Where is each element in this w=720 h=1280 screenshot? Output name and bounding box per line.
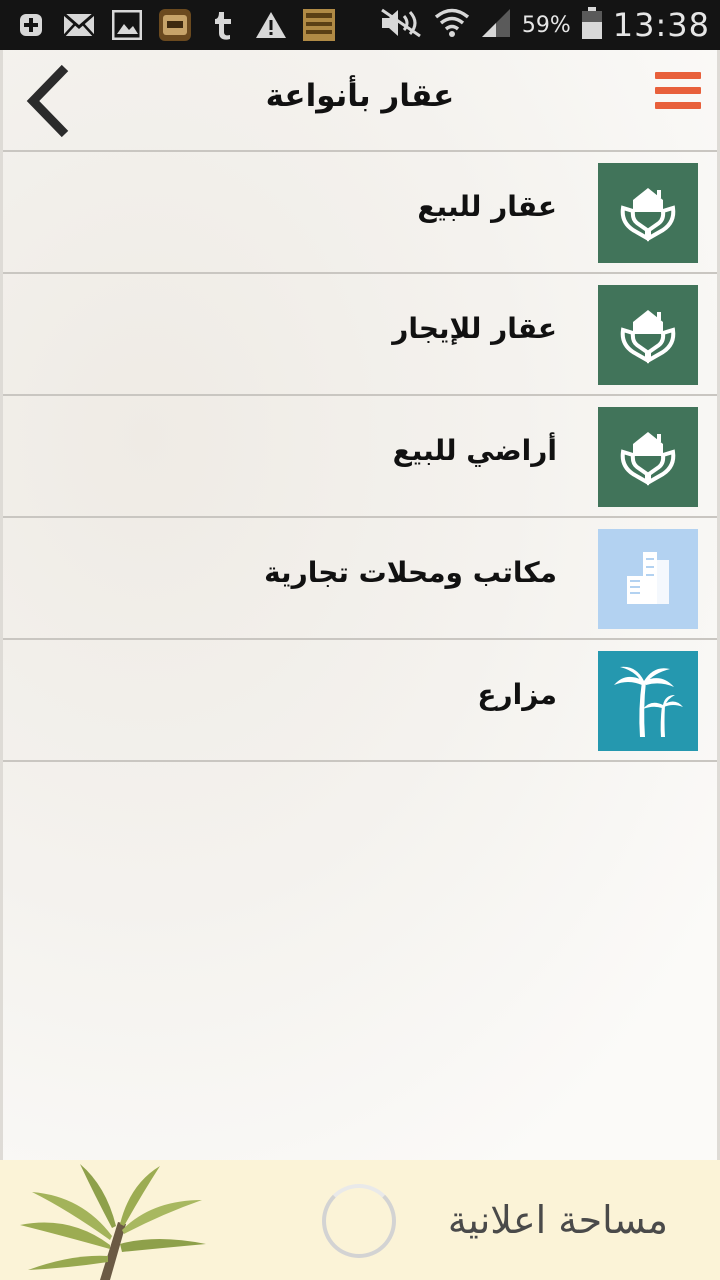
app-screen: عقار بأنواعة عقار للبيع عقار للإيجار أرا… [0, 50, 720, 1160]
status-bar: 59% 13:38 [0, 0, 720, 50]
app-badge-2-icon [302, 8, 336, 42]
warning-icon [254, 8, 288, 42]
category-item-land-for-sale[interactable]: أراضي للبيع [3, 396, 717, 518]
tumblr-icon [206, 8, 240, 42]
mute-icon [378, 7, 424, 43]
plus-box-icon [14, 8, 48, 42]
signal-icon [480, 7, 512, 43]
wifi-icon [434, 8, 470, 42]
hands-house-icon [598, 407, 698, 507]
category-label: عقار للبيع [417, 190, 557, 223]
tree-logo-icon [20, 1164, 206, 1280]
hands-house-icon [598, 163, 698, 263]
category-label: عقار للإيجار [392, 312, 557, 345]
building-icon [598, 529, 698, 629]
image-icon [110, 8, 144, 42]
category-label: أراضي للبيع [392, 434, 557, 467]
category-item-for-sale[interactable]: عقار للبيع [3, 152, 717, 274]
category-list: عقار للبيع عقار للإيجار أراضي للبيع مكات… [3, 152, 717, 762]
category-label: مزارع [477, 678, 557, 711]
category-label: مكاتب ومحلات تجارية [264, 556, 557, 589]
page-title: عقار بأنواعة [265, 78, 455, 114]
hamburger-icon [655, 72, 701, 109]
clock: 13:38 [612, 6, 710, 44]
loading-circle-icon [322, 1184, 396, 1258]
mail-icon [62, 8, 96, 42]
ad-banner[interactable]: مساحة اعلانية [0, 1160, 720, 1280]
app-badge-icon [158, 8, 192, 42]
ad-text: مساحة اعلانية [447, 1198, 668, 1242]
battery-icon [581, 6, 603, 44]
app-header: عقار بأنواعة [3, 50, 717, 152]
battery-percent: 59% [521, 12, 571, 38]
category-item-farms[interactable]: مزارع [3, 640, 717, 762]
category-item-offices-shops[interactable]: مكاتب ومحلات تجارية [3, 518, 717, 640]
category-item-for-rent[interactable]: عقار للإيجار [3, 274, 717, 396]
hands-house-icon [598, 285, 698, 385]
palm-trees-icon [598, 651, 698, 751]
menu-button[interactable] [655, 72, 701, 112]
